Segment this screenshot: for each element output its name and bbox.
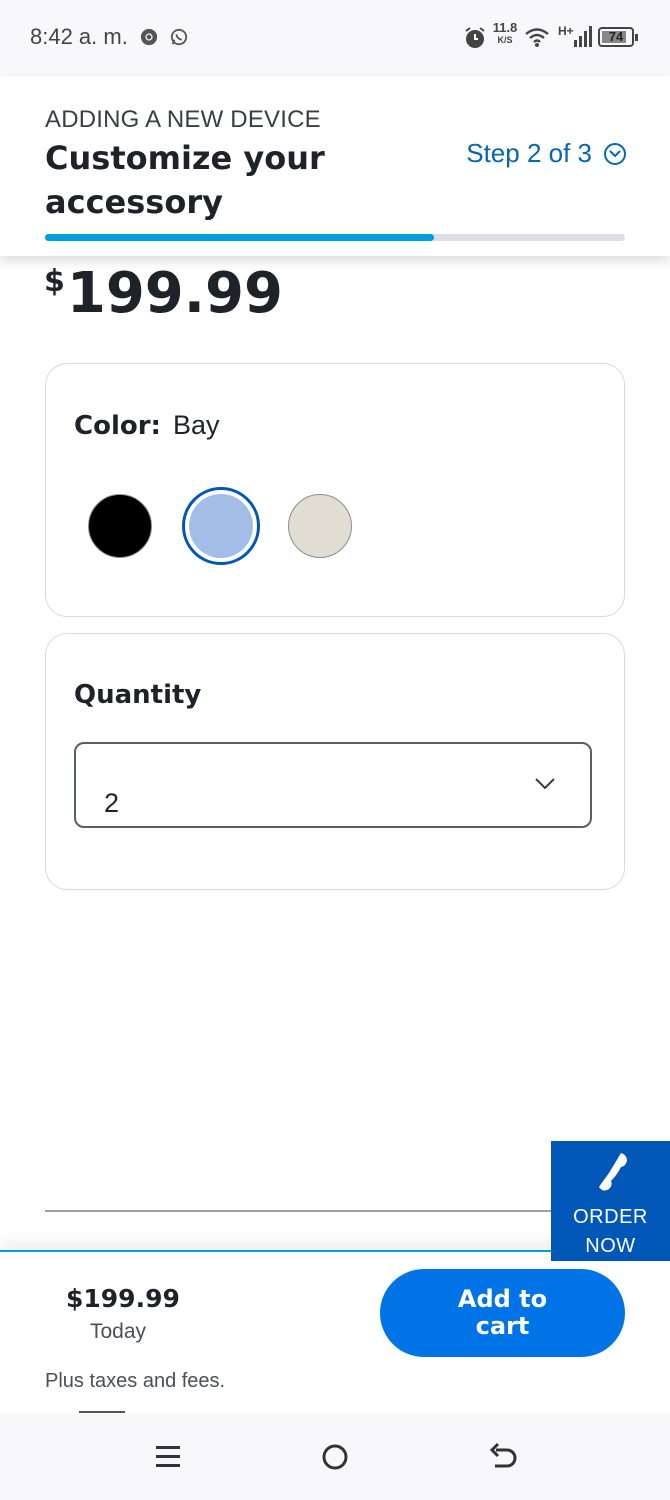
header-kicker: ADDING A NEW DEVICE xyxy=(45,106,321,133)
color-label: Color: xyxy=(74,411,161,441)
chevron-down-icon xyxy=(535,778,555,790)
order-now-button[interactable]: ORDER NOW xyxy=(551,1141,670,1261)
step-progress-fill xyxy=(45,234,434,241)
color-card: Color: Bay xyxy=(45,363,625,617)
chevron-down-icon xyxy=(604,142,626,165)
whatsapp-icon xyxy=(170,28,188,46)
footer-underline xyxy=(79,1411,125,1413)
status-bar: 8:42 a. m. 11.8 K/S H+ 74 xyxy=(0,0,670,76)
selected-color-name: Bay xyxy=(172,410,220,440)
product-price: $ 199.99 xyxy=(44,262,283,326)
phone-icon xyxy=(599,1153,627,1191)
alarm-icon xyxy=(465,27,485,48)
quantity-value: 2 xyxy=(104,788,120,818)
system-nav-bar xyxy=(0,1412,670,1500)
color-swatch-beige[interactable] xyxy=(288,494,352,558)
color-swatch-bay[interactable] xyxy=(182,487,260,565)
quantity-label: Quantity xyxy=(74,680,202,710)
color-label-row: Color: Bay xyxy=(74,410,219,441)
section-divider xyxy=(45,1210,625,1212)
price-currency: $ xyxy=(44,264,65,299)
color-swatch-black[interactable] xyxy=(88,494,152,558)
step-indicator-button[interactable]: Step 2 of 3 xyxy=(466,138,626,169)
add-to-cart-label: Add to cart xyxy=(457,1285,548,1340)
quantity-select[interactable]: 2 xyxy=(74,742,592,828)
recent-apps-icon[interactable] xyxy=(151,1441,185,1473)
net-speed: 11.8 K/S xyxy=(492,20,518,45)
signal-icon xyxy=(574,26,592,47)
step-progress-bar xyxy=(45,234,625,241)
add-to-cart-button[interactable]: Add to cart xyxy=(380,1269,625,1357)
page-title: Customize your accessory xyxy=(45,139,325,221)
footer-price: $199.99 xyxy=(66,1284,180,1313)
quantity-card: Quantity 2 xyxy=(45,633,625,890)
home-icon[interactable] xyxy=(318,1441,352,1473)
status-time: 8:42 a. m. xyxy=(30,24,128,49)
cart-footer: $199.99 Today Plus taxes and fees. Add t… xyxy=(0,1250,670,1414)
back-icon[interactable] xyxy=(486,1441,520,1473)
footer-price-caption: Today xyxy=(89,1320,147,1343)
network-type: H+ xyxy=(558,24,574,38)
page: 8:42 a. m. 11.8 K/S H+ 74 ADDING A NEW D… xyxy=(0,0,670,1500)
wifi-icon xyxy=(525,28,549,47)
taxes-note: Plus taxes and fees. xyxy=(45,1370,226,1392)
order-now-label: ORDER NOW xyxy=(573,1206,648,1257)
price-value: 199.99 xyxy=(66,261,283,326)
chrome-icon xyxy=(140,28,158,46)
checkout-header: ADDING A NEW DEVICE Customize your acces… xyxy=(0,76,670,256)
battery-icon: 74 xyxy=(598,27,638,47)
step-label: Step 2 of 3 xyxy=(466,138,592,168)
